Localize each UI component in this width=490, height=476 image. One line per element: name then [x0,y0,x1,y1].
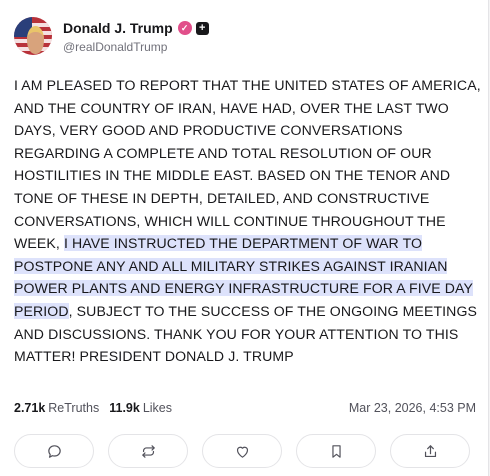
share-button[interactable] [390,434,470,468]
post-header: Donald J. Trump ✓ + @realDonaldTrump [14,14,209,58]
like-button[interactable] [202,434,282,468]
likes-label: Likes [142,401,173,415]
likes-stat[interactable]: 11.9k Likes [109,401,172,415]
bookmark-button[interactable] [296,434,376,468]
reply-button[interactable] [14,434,94,468]
retruths-stat[interactable]: 2.71k ReTruths [14,401,99,415]
post-stats: 2.71k ReTruths 11.9k Likes Mar 23, 2026, 4… [14,401,476,415]
retruths-label: ReTruths [48,401,100,415]
retruths-count: 2.71k [14,401,46,415]
check-badge-icon: ✓ [177,21,192,35]
user-handle[interactable]: @realDonaldTrump [63,40,209,54]
likes-count: 11.9k [109,401,140,415]
post-body: I AM PLEASED TO REPORT THAT THE UNITED S… [14,74,482,368]
display-name[interactable]: Donald J. Trump [63,20,173,36]
author-block: Donald J. Trump ✓ + @realDonaldTrump [63,18,209,54]
like-icon [236,446,248,458]
post-text-part: I AM PLEASED TO REPORT THAT THE UNITED S… [14,77,481,252]
post-text-part: , SUBJECT TO THE SUCCESS OF THE ONGOING … [14,302,478,365]
avatar[interactable] [14,17,52,55]
retruth-icon [141,444,155,458]
post-card: Donald J. Trump ✓ + @realDonaldTrump I A… [0,0,489,476]
action-bar [14,434,470,468]
post-timestamp[interactable]: Mar 23, 2026, 4:53 PM [349,401,476,415]
retruth-button[interactable] [108,434,188,468]
bookmark-icon [331,444,341,458]
plus-badge-icon: + [195,21,209,35]
reply-icon [47,444,61,458]
share-icon [424,444,436,457]
